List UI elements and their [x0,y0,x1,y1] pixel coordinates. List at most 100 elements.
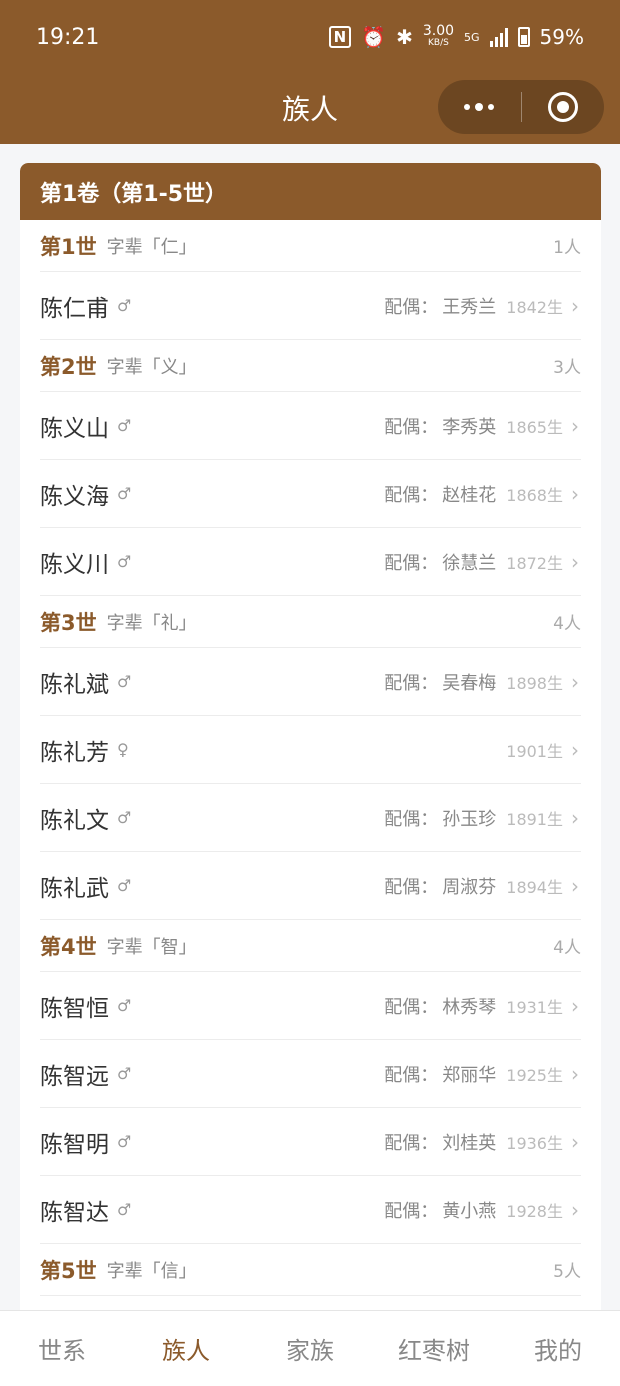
member-meta: 配偶： 林秀琴 1931生 › [384,993,581,1019]
tab-2[interactable]: 家族 [248,1311,372,1386]
member-name: 陈智达 [40,1199,109,1226]
chevron-right-icon: › [571,413,579,438]
birth-year: 1868生 [506,485,563,505]
birth-year: 1928生 [506,1201,563,1221]
member-row[interactable]: 陈仁甫 ♂ 配偶： 王秀兰 1842生 › [40,272,581,340]
chevron-right-icon: › [571,481,579,506]
member-name: 陈智明 [40,1131,109,1158]
member-name: 陈礼芳 [40,739,109,766]
generation-header: 第5世 字辈「信」 5人 [40,1244,581,1296]
member-meta: 配偶： 王秀兰 1842生 › [384,293,581,319]
tab-4[interactable]: 我的 [496,1311,620,1386]
member-row[interactable]: 陈礼文 ♂ 配偶： 孙玉珍 1891生 › [40,784,581,852]
chevron-right-icon: › [571,993,579,1018]
network-type: 5G [464,30,480,44]
member-meta: 配偶： 孙玉珍 1891生 › [384,805,581,831]
birth-year: 1842生 [506,297,563,317]
member-row[interactable]: 陈义山 ♂ 配偶： 李秀英 1865生 › [40,392,581,460]
member-meta: 配偶： 周淑芬 1894生 › [384,873,581,899]
male-icon: ♂ [117,296,132,315]
generation-title: 第5世 [40,1258,97,1283]
member-meta: 配偶： 李秀英 1865生 › [384,413,581,439]
member-meta: 配偶： 吴春梅 1898生 › [384,669,581,695]
generation-zibei: 字辈「礼」 [106,612,197,634]
target-icon [547,92,578,122]
member-row[interactable]: 陈智恒 ♂ 配偶： 林秀琴 1931生 › [40,972,581,1040]
alarm-icon: ⏰ [361,25,387,49]
member-row[interactable]: 陈智达 ♂ 配偶： 黄小燕 1928生 › [40,1176,581,1244]
member-name: 陈礼文 [40,807,109,834]
birth-year: 1891生 [506,809,563,829]
member-row[interactable]: 陈礼武 ♂ 配偶： 周淑芬 1894生 › [40,852,581,920]
male-icon: ♂ [117,808,132,827]
member-name: 陈智恒 [40,995,109,1022]
top-bar: 19:21 N ⏰ ✱ 3.00 KB/S 5G 59% 族人 [0,0,620,144]
spouse-name: 孙玉珍 [442,808,497,830]
tab-3[interactable]: 红枣树 [372,1311,496,1386]
spouse-label: 配偶： [384,996,439,1018]
chevron-right-icon: › [571,1061,579,1086]
chevron-right-icon: › [571,805,579,830]
birth-year: 1925生 [506,1065,563,1085]
member-list[interactable]: 第1卷（第1-5世） 第1世 字辈「仁」 1人 陈仁甫 ♂ 配偶： 王秀兰 1842生 › 第2世… [20,163,601,1310]
more-button[interactable] [438,80,521,134]
male-icon: ♂ [117,1132,132,1151]
spouse-name: 郑丽华 [442,1064,497,1086]
member-row[interactable]: 陈礼芳 ♀ 1901生 › [40,716,581,784]
birth-year: 1894生 [506,877,563,897]
member-name: 陈礼武 [40,875,109,902]
chevron-right-icon: › [571,669,579,694]
generation-zibei: 字辈「智」 [106,936,197,958]
member-meta: 配偶： 刘桂英 1936生 › [384,1129,581,1155]
spouse-label: 配偶： [384,296,439,318]
female-icon: ♀ [117,740,129,759]
male-icon: ♂ [117,1064,132,1083]
spouse-label: 配偶： [384,1064,439,1086]
male-icon: ♂ [117,876,132,895]
member-name: 陈智远 [40,1063,109,1090]
status-bar: 19:21 N ⏰ ✱ 3.00 KB/S 5G 59% [0,0,620,74]
member-name: 陈义海 [40,483,109,510]
generation-title: 第1世 [40,234,97,259]
spouse-label: 配偶： [384,808,439,830]
tab-0[interactable]: 世系 [0,1311,124,1386]
network-speed: 3.00 KB/S [423,24,454,49]
member-row[interactable]: 陈义海 ♂ 配偶： 赵桂花 1868生 › [40,460,581,528]
spouse-name: 吴春梅 [442,672,497,694]
member-row[interactable]: 陈智远 ♂ 配偶： 郑丽华 1925生 › [40,1040,581,1108]
tab-bar: 世系 族人 家族 红枣树 我的 [0,1310,620,1386]
male-icon: ♂ [117,484,132,503]
generation-header: 第4世 字辈「智」 4人 [40,920,581,972]
chevron-right-icon: › [571,1197,579,1222]
member-name: 陈义山 [40,415,109,442]
spouse-label: 配偶： [384,416,439,438]
member-meta: 配偶： 郑丽华 1925生 › [384,1061,581,1087]
birth-year: 1872生 [506,553,563,573]
member-name: 陈义川 [40,551,109,578]
close-button[interactable] [522,80,605,134]
spouse-name: 王秀兰 [442,296,497,318]
mini-program-capsule [438,80,604,134]
nav-bar: 族人 [0,74,620,144]
member-row[interactable]: 陈义川 ♂ 配偶： 徐慧兰 1872生 › [40,528,581,596]
spouse-name: 李秀英 [442,416,497,438]
spouse-label: 配偶： [384,484,439,506]
member-name: 陈礼斌 [40,671,109,698]
member-row[interactable]: 陈智明 ♂ 配偶： 刘桂英 1936生 › [40,1108,581,1176]
spouse-name: 刘桂英 [442,1132,497,1154]
volume-header: 第1卷（第1-5世） [20,163,601,220]
male-icon: ♂ [117,672,132,691]
male-icon: ♂ [117,416,132,435]
generation-title: 第2世 [40,354,97,379]
member-meta: 配偶： 徐慧兰 1872生 › [384,549,581,575]
chevron-right-icon: › [571,873,579,898]
tab-1[interactable]: 族人 [124,1311,248,1386]
generation-count: 5人 [553,1262,581,1282]
spouse-name: 赵桂花 [442,484,497,506]
member-row[interactable]: 陈礼斌 ♂ 配偶： 吴春梅 1898生 › [40,648,581,716]
more-icon [464,103,495,111]
spouse-label: 配偶： [384,552,439,574]
generation-count: 1人 [553,238,581,258]
generation-header: 第1世 字辈「仁」 1人 [40,220,581,272]
chevron-right-icon: › [571,1129,579,1154]
